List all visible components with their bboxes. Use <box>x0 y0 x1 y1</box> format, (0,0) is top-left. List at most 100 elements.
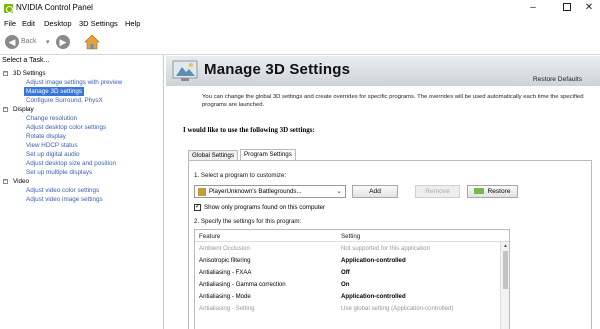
setting-cell: Application-controlled <box>341 293 406 300</box>
title-bar: NVIDIA Control Panel – ✕ <box>0 0 600 17</box>
step-1-label: 1. Select a program to customize: <box>194 172 287 179</box>
program-name: PlayerUnknown's Battlegrounds... <box>209 188 302 195</box>
game-icon <box>198 188 206 196</box>
show-only-found-checkbox[interactable]: ✓ <box>194 204 201 211</box>
step-2-label: 2. Specify the settings for this program… <box>194 218 302 225</box>
setting-cell: Application-controlled <box>341 257 406 264</box>
task-link[interactable]: Adjust desktop color settings <box>26 123 106 132</box>
settings-grid: Feature Setting Ambient Occlusion Not su… <box>194 229 510 329</box>
table-row[interactable]: Antialiasing - FXAA Off <box>195 267 495 278</box>
task-link[interactable]: Configure Surround, PhysX <box>26 96 103 105</box>
menu-file[interactable]: File <box>4 19 16 28</box>
menu-help[interactable]: Help <box>125 19 140 28</box>
collapse-toggle-icon[interactable]: − <box>3 71 8 76</box>
sidebar-item-adjust-image-settings[interactable]: Adjust image settings with preview <box>0 78 164 87</box>
toolbar: ◀ Back ▾ ▶ <box>0 31 600 55</box>
history-dropdown[interactable]: ▾ <box>46 38 50 46</box>
task-link[interactable]: View HDCP status <box>26 141 78 150</box>
chevron-down-icon: ⌄ <box>336 188 342 195</box>
collapse-toggle-icon[interactable]: − <box>3 179 8 184</box>
table-row[interactable]: Ambient Occlusion Not supported for this… <box>195 243 495 254</box>
scrollbar-thumb[interactable] <box>503 251 508 289</box>
task-link[interactable]: Change resolution <box>26 114 77 123</box>
maximize-icon <box>563 3 571 12</box>
nvidia-logo-icon <box>4 4 13 13</box>
sidebar-item-video-image[interactable]: Adjust video image settings <box>0 195 164 204</box>
home-icon[interactable] <box>84 34 100 50</box>
feature-cell: Antialiasing - Mode <box>199 293 251 300</box>
page-banner: Manage 3D Settings Restore Defaults <box>166 56 600 86</box>
add-button[interactable]: Add <box>352 185 398 198</box>
grid-header: Feature Setting <box>195 230 509 242</box>
column-header-feature[interactable]: Feature <box>199 233 220 240</box>
restore-button[interactable]: Restore <box>467 185 518 198</box>
feature-cell: Antialiasing - Setting <box>199 305 255 312</box>
close-button[interactable]: ✕ <box>574 1 600 15</box>
forward-button[interactable]: ▶ <box>56 35 70 49</box>
feature-cell: Ambient Occlusion <box>199 245 250 252</box>
task-link[interactable]: Set up multiple displays <box>26 168 92 177</box>
sidebar-item-video-color[interactable]: Adjust video color settings <box>0 186 164 195</box>
page-title: Manage 3D Settings <box>204 61 351 78</box>
page-description: You can change the global 3D settings an… <box>202 94 584 108</box>
menu-desktop[interactable]: Desktop <box>44 19 72 28</box>
tree-category-video[interactable]: − Video <box>0 177 164 186</box>
table-row[interactable]: Antialiasing - Setting Use global settin… <box>195 303 495 314</box>
sidebar-item-configure-surround[interactable]: Configure Surround, PhysX <box>0 96 164 105</box>
restore-defaults-link[interactable]: Restore Defaults <box>533 76 582 83</box>
sidebar-item-digital-audio[interactable]: Set up digital audio <box>0 150 164 159</box>
sidebar-item-multiple-displays[interactable]: Set up multiple displays <box>0 168 164 177</box>
task-link[interactable]: Adjust video color settings <box>26 186 99 195</box>
feature-cell: Antialiasing - FXAA <box>199 269 252 276</box>
setting-cell: Not supported for this application <box>341 245 431 252</box>
back-button[interactable]: ◀ <box>5 35 19 49</box>
grid-scrollbar[interactable]: ▲ <box>500 242 509 329</box>
scroll-up-arrow-icon[interactable]: ▲ <box>503 243 508 249</box>
feature-cell: Anisotropic filtering <box>199 257 251 264</box>
column-header-setting[interactable]: Setting <box>341 233 360 240</box>
restore-icon <box>474 188 485 195</box>
task-link[interactable]: Rotate display <box>26 132 66 141</box>
task-link[interactable]: Set up digital audio <box>26 150 80 159</box>
setting-cell: On <box>341 281 350 288</box>
task-header: Select a Task... <box>2 57 50 64</box>
setting-cell: Off <box>341 269 350 276</box>
table-row[interactable]: Antialiasing - Mode Application-controll… <box>195 291 495 302</box>
menu-3d-settings[interactable]: 3D Settings <box>79 19 118 28</box>
minimize-button[interactable]: – <box>518 1 548 15</box>
restore-label: Restore <box>487 188 511 195</box>
table-row[interactable]: Anisotropic filtering Application-contro… <box>195 255 495 266</box>
menu-bar: File Edit Desktop 3D Settings Help <box>0 17 600 30</box>
task-link-selected[interactable]: Manage 3D settings <box>24 87 85 96</box>
main-panel: Manage 3D Settings Restore Defaults You … <box>166 56 600 329</box>
section-heading: I would like to use the following 3D set… <box>183 126 315 134</box>
tree-category-3d-settings[interactable]: − 3D Settings <box>0 69 164 78</box>
task-tree: − 3D Settings Adjust image settings with… <box>0 69 164 204</box>
tree-category-display[interactable]: − Display <box>0 105 164 114</box>
back-label: Back <box>21 38 37 45</box>
category-label: Display <box>13 106 34 113</box>
sidebar-item-manage-3d-settings[interactable]: Manage 3D settings <box>0 87 164 96</box>
sidebar-item-hdcp-status[interactable]: View HDCP status <box>0 141 164 150</box>
window-title: NVIDIA Control Panel <box>16 3 93 12</box>
3d-settings-icon <box>172 60 198 81</box>
checkbox-label: Show only programs found on this compute… <box>204 204 326 211</box>
sidebar-item-desktop-color[interactable]: Adjust desktop color settings <box>0 123 164 132</box>
feature-cell: Antialiasing - Gamma correction <box>199 281 286 288</box>
category-label: Video <box>13 178 29 185</box>
task-link[interactable]: Adjust desktop size and position <box>26 159 116 168</box>
task-sidebar: Select a Task... − 3D Settings Adjust im… <box>0 55 164 329</box>
sidebar-item-rotate-display[interactable]: Rotate display <box>0 132 164 141</box>
program-select[interactable]: PlayerUnknown's Battlegrounds... ⌄ <box>194 185 346 198</box>
task-link[interactable]: Adjust video image settings <box>26 195 103 204</box>
category-label: 3D Settings <box>13 70 46 77</box>
task-link[interactable]: Adjust image settings with preview <box>26 78 122 87</box>
sidebar-item-change-resolution[interactable]: Change resolution <box>0 114 164 123</box>
sidebar-item-desktop-size[interactable]: Adjust desktop size and position <box>0 159 164 168</box>
menu-edit[interactable]: Edit <box>22 19 35 28</box>
program-settings-panel: 1. Select a program to customize: Player… <box>188 160 592 329</box>
remove-button[interactable]: Remove <box>415 185 460 198</box>
table-row[interactable]: Antialiasing - Gamma correction On <box>195 279 495 290</box>
collapse-toggle-icon[interactable]: − <box>3 107 8 112</box>
setting-cell: Use global setting (Application-controll… <box>341 305 454 312</box>
